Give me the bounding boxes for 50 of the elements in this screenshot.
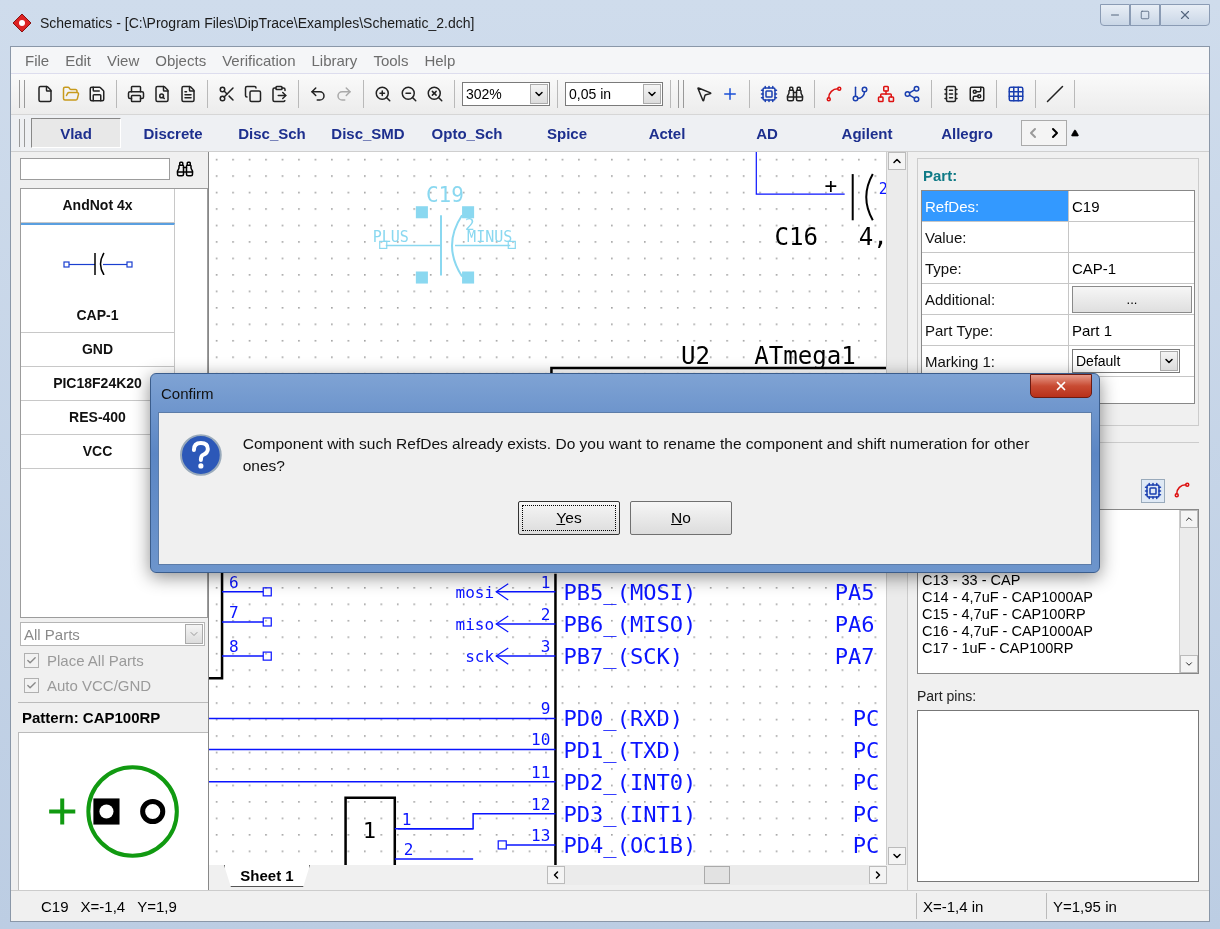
net-label: miso — [455, 615, 495, 634]
pin-name: PC — [852, 831, 880, 858]
pin-number: 6 — [229, 572, 239, 592]
pin-name: PD3_(INT1) — [563, 800, 697, 827]
status-text: Y=1,9 — [137, 897, 177, 915]
polarity-mark: + — [824, 173, 838, 199]
pin-name: PC — [852, 736, 880, 763]
pin-number: 13 — [531, 825, 551, 845]
pin-name: PB6_(MISO) — [563, 611, 697, 637]
panel-title: Part: — [922, 166, 959, 186]
pin-name: PA6 — [834, 611, 875, 637]
pin-number: 12 — [531, 794, 551, 814]
status-text: Y=1,95 in — [1046, 893, 1176, 919]
pin-number: 2 — [540, 604, 551, 624]
window-title: Schematics - [C:\Program Files\DipTrace\Examples\Schematic_2.dch] — [40, 15, 475, 31]
part-value: 4, — [858, 223, 887, 252]
status-text: X=-1,4 in — [916, 893, 1046, 919]
pin-label: PLUS — [372, 228, 409, 247]
section-label: Part pins: — [917, 687, 978, 706]
pin-name: PD1_(TXD) — [563, 736, 684, 763]
pin-name: PC — [852, 768, 880, 795]
pin-name: PD2_(INT0) — [563, 768, 697, 795]
part-refdes: C19 — [425, 182, 464, 208]
part-refdes: U2 — [681, 341, 710, 370]
pin-number: 2 — [403, 839, 414, 859]
pin-number: 8 — [229, 637, 239, 657]
status-text: X=-1,4 — [80, 897, 126, 915]
pin-number: 3 — [540, 637, 551, 657]
pin-name: PB7_(SCK) — [563, 643, 684, 670]
net-label: mosi — [455, 582, 495, 602]
status-text: C19 — [41, 897, 69, 915]
pin-number: 7 — [229, 602, 239, 622]
part-value: ATmega1 — [754, 341, 856, 370]
pin-name: PD4_(OC1B) — [563, 831, 697, 858]
pin-name: PA7 — [834, 643, 875, 670]
pin-name: PB5_(MOSI) — [563, 578, 697, 605]
pin-number: 10 — [531, 730, 551, 750]
pin-number: 9 — [540, 699, 551, 719]
pin-name: PD0_(RXD) — [563, 705, 684, 732]
net-label: sck — [465, 647, 495, 667]
pin-name: PA5 — [834, 578, 875, 605]
pin-number: 11 — [531, 762, 551, 782]
dialog-message: Component with such RefDes already exists. Do you want to rename the component and shift numeration for other ones? — [242, 434, 1031, 476]
connector-label: 1 — [362, 816, 376, 843]
pin-name: PC — [852, 705, 880, 732]
pin-number: 1 — [540, 572, 551, 592]
pin-number: 1 — [401, 809, 412, 829]
pin-number: 2 — [878, 180, 887, 199]
pin-name: PC — [852, 800, 880, 827]
part-refdes: C16 — [774, 223, 818, 252]
